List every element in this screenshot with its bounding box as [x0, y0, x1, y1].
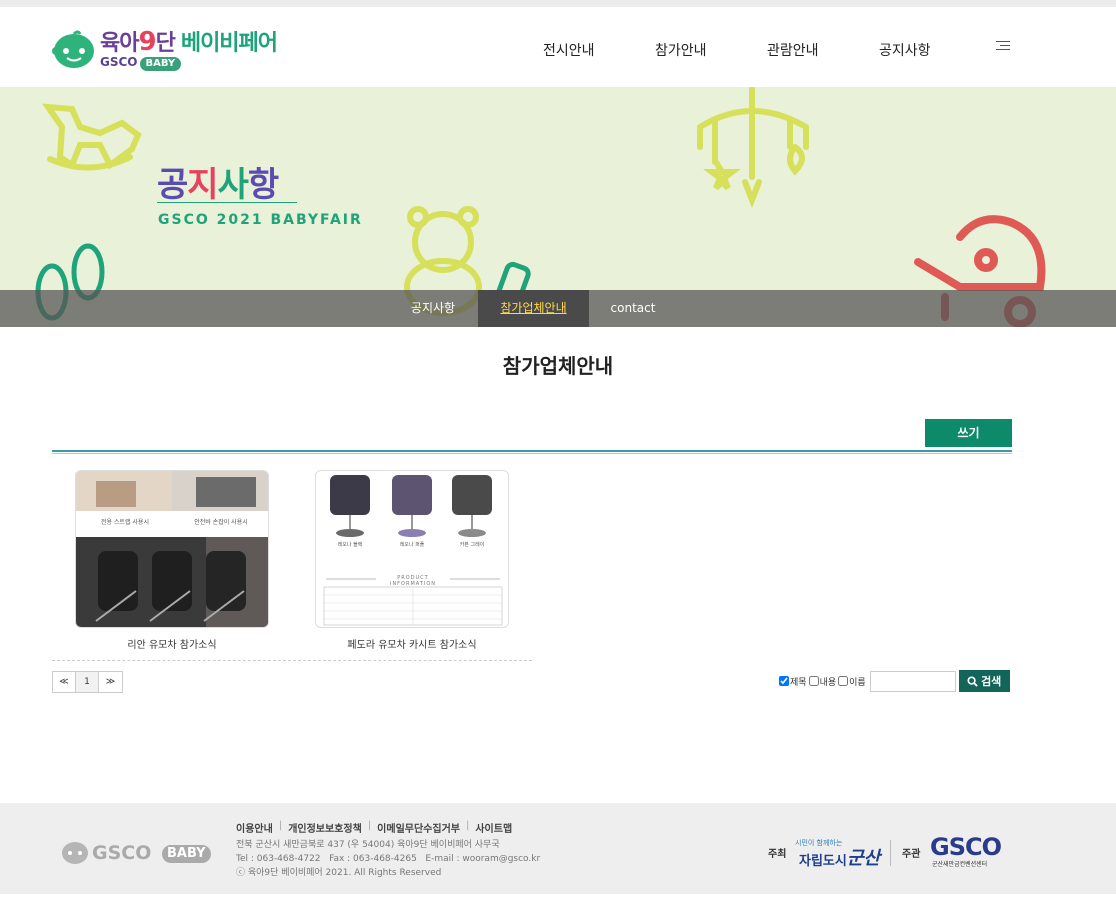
page-title: 참가업체안내 [502, 354, 614, 378]
board-top-rule [52, 450, 1012, 452]
footer-logo: GSCO BABY [60, 839, 212, 865]
stroller-photo [76, 471, 268, 627]
page-prev-button[interactable]: ≪ [53, 672, 76, 692]
footer-link-terms[interactable]: 이용안내 [236, 820, 273, 835]
organizer-subname: 군산새만금컨벤션센터 [932, 861, 988, 868]
footer-links: 이용안내 | 개인정보보호정책 | 이메일무단수집거부 | 사이트맵 [236, 820, 513, 835]
post-title[interactable]: 리안 유모차 참가소식 [75, 636, 269, 651]
page-current[interactable]: 1 [76, 672, 99, 692]
search-name-checkbox[interactable] [838, 676, 849, 686]
footer-logo-baby: BABY [162, 845, 211, 863]
search-option-title[interactable]: 제목 [779, 675, 807, 688]
sub-navigation: 공지사항 참가업체안내 contact [0, 290, 1116, 327]
host-label: 주최 [768, 849, 787, 860]
organizer-logo: GSCO 군산새만금컨벤션센터 [930, 833, 1010, 869]
baby-face-icon [52, 30, 94, 68]
subnav-contact[interactable]: contact [589, 290, 677, 327]
search-button[interactable]: 검색 [958, 670, 1010, 692]
thumb-label: 카본 그레이 [459, 542, 485, 548]
logo-gsco: GSCO [100, 55, 138, 69]
nav-exhibition-info[interactable]: 전시안내 [543, 40, 595, 60]
subnav-notice[interactable]: 공지사항 [389, 290, 477, 327]
banner-title-char: 지 [187, 165, 218, 205]
organizer-name: GSCO [930, 833, 1002, 861]
site-footer: GSCO BABY 이용안내 | 개인정보보호정책 | 이메일무단수집거부 | 사이트… [0, 803, 1116, 894]
footer-baby-face-icon [62, 842, 88, 864]
board-search: 제목 내용 이름 검색 [779, 670, 1010, 692]
page-banner: 공지사항 GSCO 2021 BABYFAIR 공지사항 참가업체안내 cont… [0, 87, 1116, 327]
thumb-caption-left: 전용 스트랩 사용시 [101, 519, 149, 526]
logo-title-b: 단 [155, 31, 176, 56]
host-logo: 시민이 함께하는 자립도시 군산 [795, 836, 881, 869]
nav-notice[interactable]: 공지사항 [879, 40, 931, 60]
post-thumbnail[interactable]: 전용 스트랩 사용시 안전바 손잡이 사용시 [75, 470, 269, 628]
banner-title-char: 사 [217, 165, 249, 205]
host-city: 군산 [847, 848, 881, 869]
search-title-checkbox[interactable] [779, 676, 789, 686]
search-option-content[interactable]: 내용 [808, 675, 837, 688]
gallery-item: 레오나 블랙 레오나 퍼플 카본 그레이 PRODUCT INFORMATION… [315, 470, 509, 651]
logo-title-a: 육아 [100, 31, 139, 56]
post-title[interactable]: 페도라 유모차 카시트 참가소식 [315, 636, 509, 651]
list-bottom-rule [52, 660, 532, 661]
baby-mobile-icon [697, 87, 809, 209]
search-option-label: 내용 [819, 677, 837, 688]
footer-link-email-policy[interactable]: 이메일무단수집거부 [377, 820, 460, 835]
hamburger-menu-icon[interactable] [996, 41, 1010, 51]
footer-divider [890, 840, 891, 866]
footer-link-privacy[interactable]: 개인정보보호정책 [288, 820, 362, 835]
pagination: ≪ 1 ≫ [52, 671, 123, 693]
thumb-label: 레오나 퍼플 [399, 542, 425, 548]
car-seat-photo [323, 475, 503, 626]
footer-copyright: ⓒ 육아9단 베이비페어 2021. All Rights Reserved [236, 868, 442, 878]
footer-link-sitemap[interactable]: 사이트맵 [475, 820, 512, 835]
banner-subtitle: GSCO 2021 BABYFAIR [158, 212, 363, 228]
search-option-name[interactable]: 이름 [838, 675, 866, 688]
page-next-button[interactable]: ≫ [99, 672, 122, 692]
subnav-exhibitors[interactable]: 참가업체안내 [478, 290, 589, 327]
logo-baby-badge: BABY [139, 57, 182, 71]
logo-title-fair: 베이비페어 [180, 31, 278, 56]
nav-participation-info[interactable]: 참가안내 [655, 40, 707, 60]
logo-title-9: 9 [138, 27, 156, 57]
site-logo[interactable]: 육아9단 베이비페어 GSCO BABY [52, 25, 292, 75]
banner-title: 공지사항 [157, 157, 279, 206]
thumb-caption-right: 안전바 손잡이 사용시 [194, 519, 248, 526]
search-input[interactable] [869, 670, 956, 692]
site-header: 육아9단 베이비페어 GSCO BABY 전시안내 참가안내 관람안내 공지사항 [0, 7, 1116, 87]
banner-title-char: 공 [157, 165, 188, 205]
search-option-label: 제목 [790, 677, 807, 688]
logo-title: 육아9단 베이비페어 [100, 25, 278, 57]
search-content-checkbox[interactable] [808, 676, 819, 686]
search-option-label: 이름 [849, 677, 866, 688]
write-button[interactable]: 쓰기 [925, 419, 1012, 447]
board-top-rule-light [52, 453, 1012, 454]
organizer-label: 주관 [902, 849, 921, 860]
post-thumbnail[interactable]: 레오나 블랙 레오나 퍼플 카본 그레이 PRODUCT INFORMATION [315, 470, 509, 628]
banner-title-underline [157, 202, 297, 203]
banner-title-char: 항 [247, 165, 279, 205]
footer-info: 전북 군산시 새만금북로 437 (우 54004) 육아9단 베이비페어 사무… [236, 838, 540, 880]
nav-visitor-info[interactable]: 관람안내 [767, 40, 819, 60]
gallery-item: 전용 스트랩 사용시 안전바 손잡이 사용시 리안 유모차 참가소식 [75, 470, 269, 651]
thumb-label: 레오나 블랙 [337, 542, 363, 548]
host-name-big: 자립도시 [799, 854, 847, 869]
thumb-info-label: PRODUCT INFORMATION [389, 575, 437, 587]
footer-bottom-strip [0, 894, 1116, 916]
footer-contact: Tel : 063-468-4722 Fax : 063-468-4265 E-… [236, 854, 541, 864]
footer-logo-gsco: GSCO [92, 842, 152, 864]
top-strip [0, 0, 1116, 7]
host-name-small: 시민이 함께하는 [795, 839, 843, 847]
logo-subtitle: GSCO BABY [100, 55, 182, 71]
rocking-horse-icon [41, 103, 142, 171]
search-icon [967, 675, 978, 687]
search-button-label: 검색 [981, 675, 1002, 688]
footer-address: 전북 군산시 새만금북로 437 (우 54004) 육아9단 베이비페어 사무… [236, 840, 500, 850]
